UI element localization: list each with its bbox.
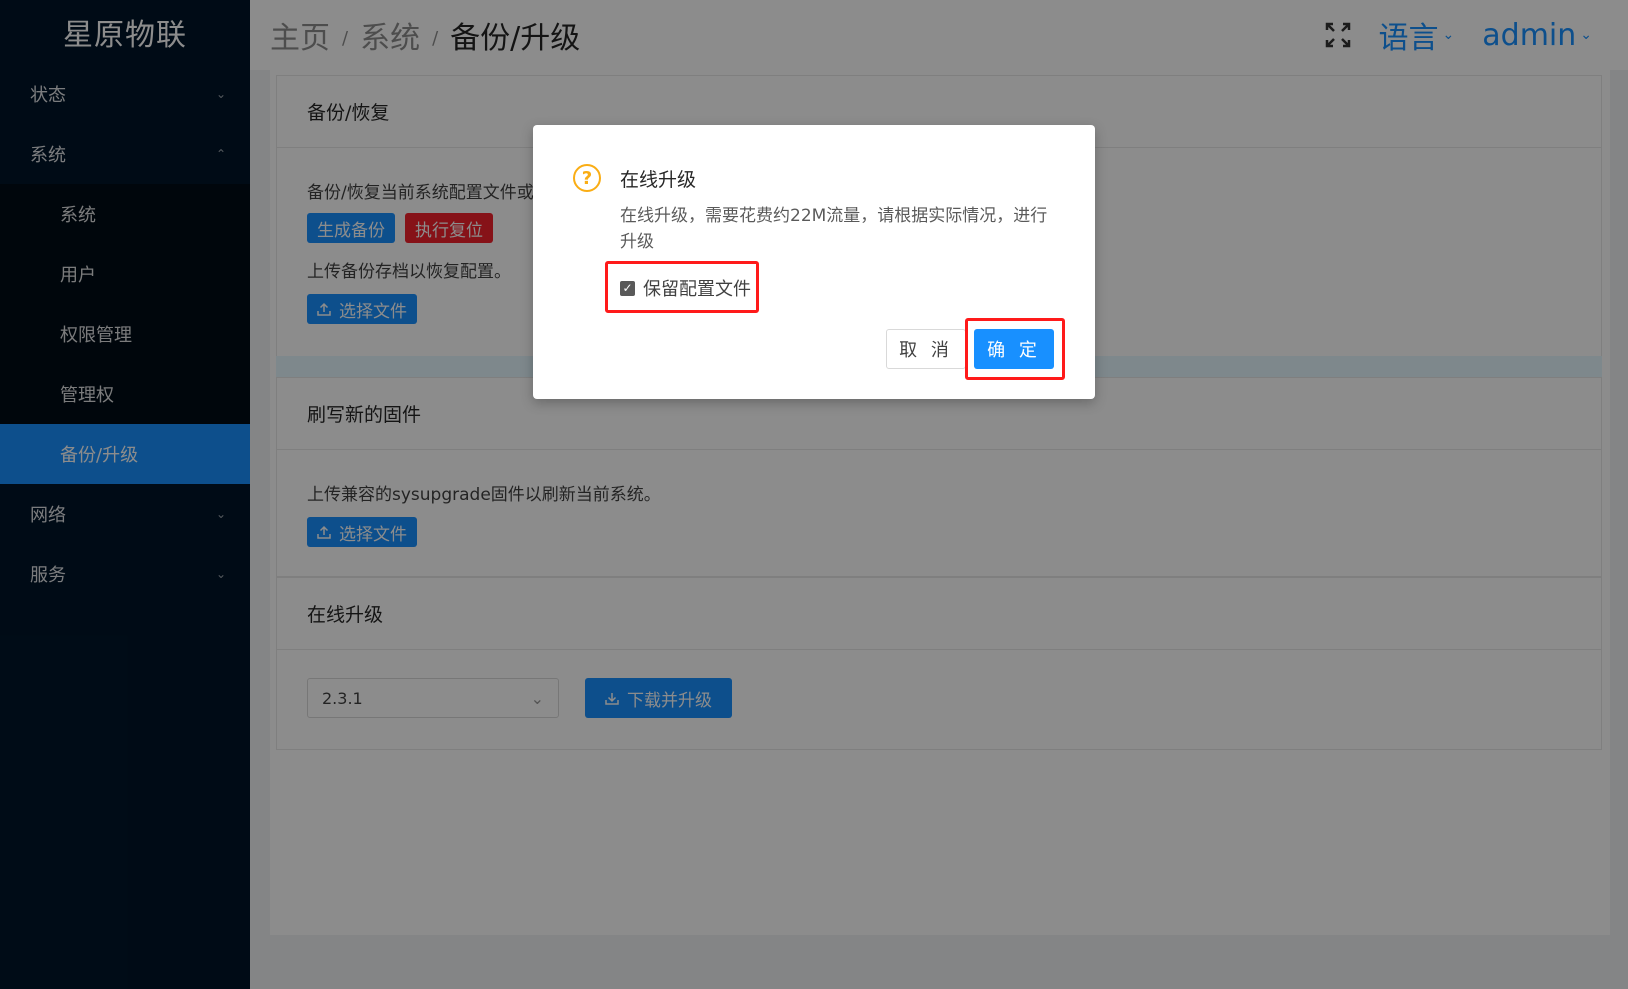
confirm-dialog: ? 在线升级 在线升级，需要花费约22M流量，请根据实际情况，进行升级 ✓ 保留… xyxy=(533,125,1095,399)
dialog-title: 在线升级 xyxy=(620,169,697,191)
question-icon: ? xyxy=(573,164,601,192)
dialog-content: 在线升级，需要花费约22M流量，请根据实际情况，进行升级 xyxy=(620,206,1048,252)
highlight-box-checkbox xyxy=(605,261,759,313)
highlight-box-ok xyxy=(965,318,1065,380)
cancel-button[interactable]: 取 消 xyxy=(886,329,966,369)
